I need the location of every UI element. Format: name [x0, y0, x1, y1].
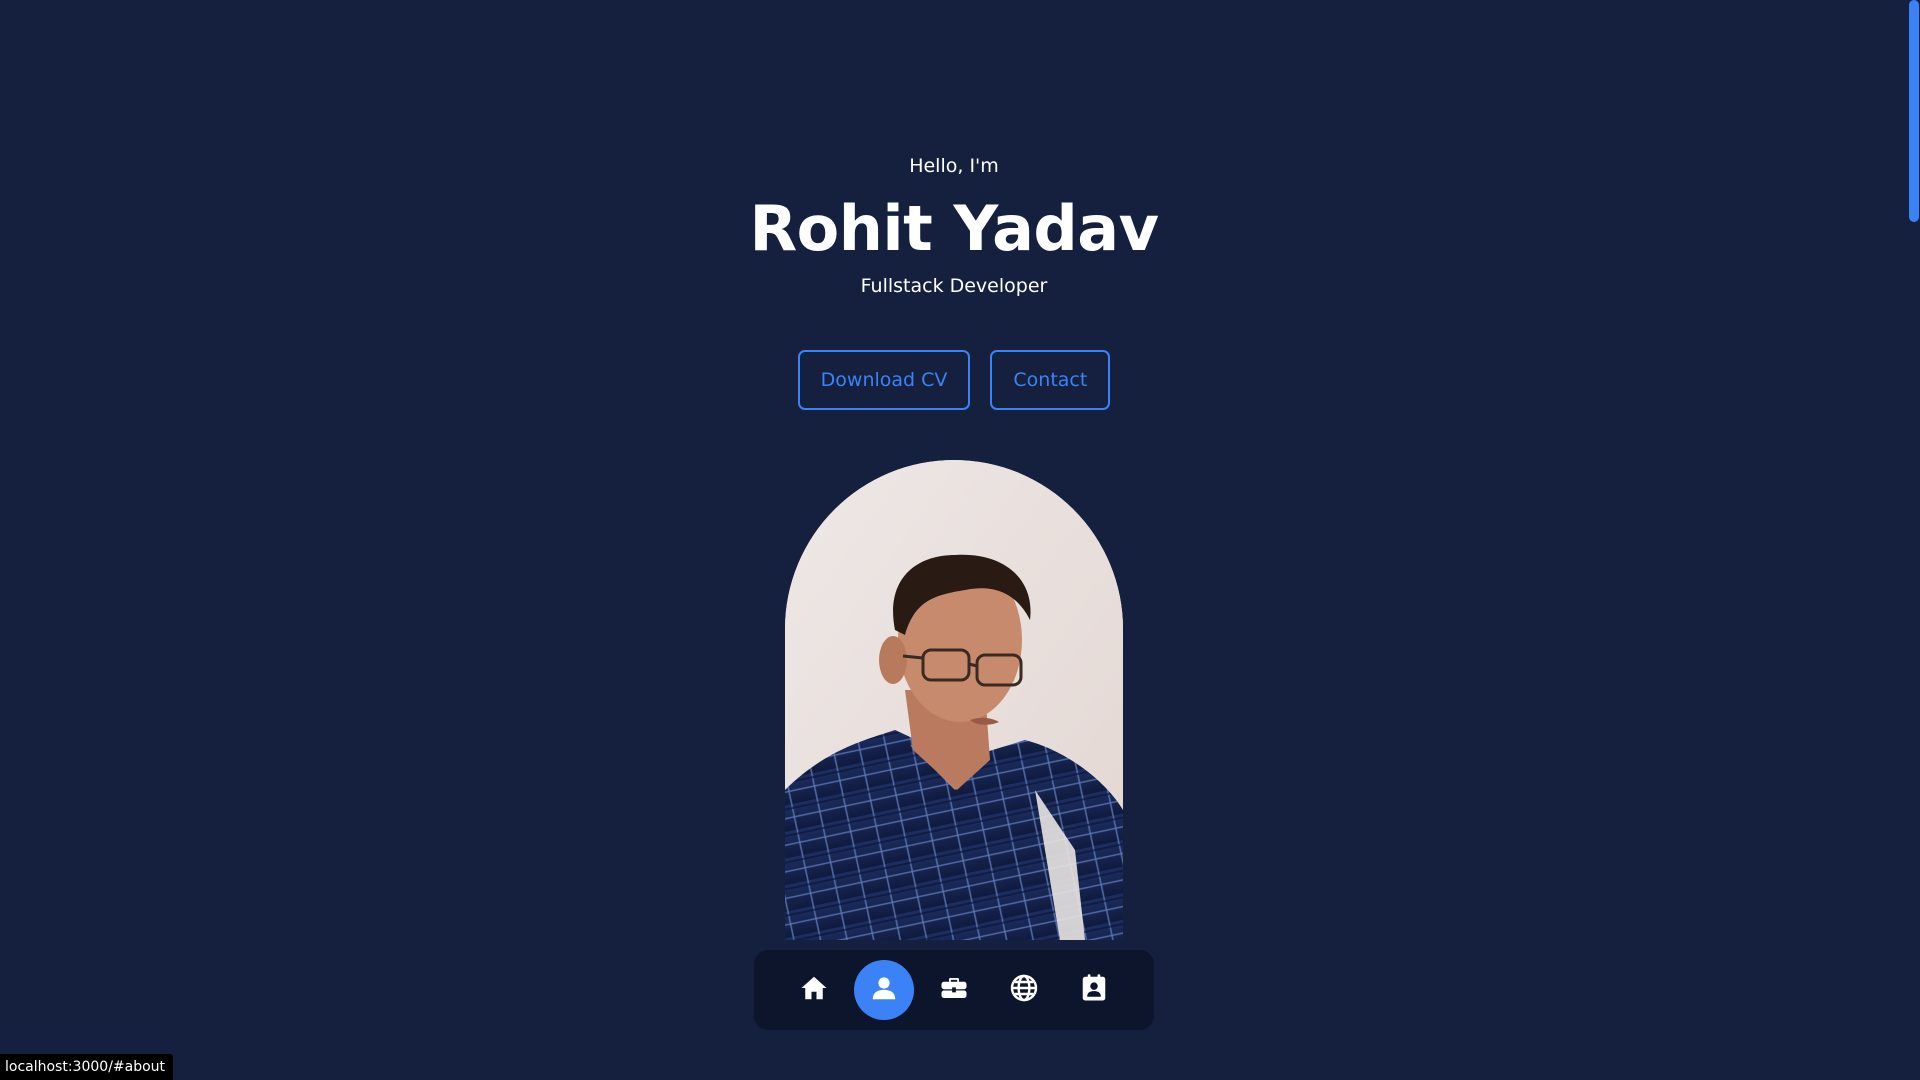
scrollbar[interactable] [1908, 0, 1920, 1080]
cta-buttons: Download CV Contact [0, 350, 1908, 410]
greeting-text: Hello, I'm [909, 155, 999, 177]
page: Hello, I'm Rohit Yadav Fullstack Develop… [0, 0, 1920, 1080]
scrollbar-thumb[interactable] [1909, 0, 1919, 222]
nav-home[interactable] [784, 960, 844, 1020]
nav-contact[interactable] [1064, 960, 1124, 1020]
hero-role: Fullstack Developer [860, 275, 1048, 297]
globe-icon [1008, 972, 1040, 1008]
nav-portfolio[interactable] [994, 960, 1054, 1020]
nav-experience[interactable] [924, 960, 984, 1020]
link-status-url: localhost:3000/#about [0, 1054, 174, 1080]
nav-about[interactable] [854, 960, 914, 1020]
briefcase-icon [939, 973, 969, 1007]
download-cv-button[interactable]: Download CV [797, 350, 971, 410]
contact-button[interactable]: Contact [990, 350, 1111, 410]
home-icon [799, 973, 829, 1007]
profile-photo [785, 460, 1123, 940]
contact-card-icon [1079, 973, 1109, 1007]
bottom-nav-dock [754, 950, 1154, 1030]
user-icon [869, 973, 899, 1007]
hero-name: Rohit Yadav [749, 192, 1159, 265]
